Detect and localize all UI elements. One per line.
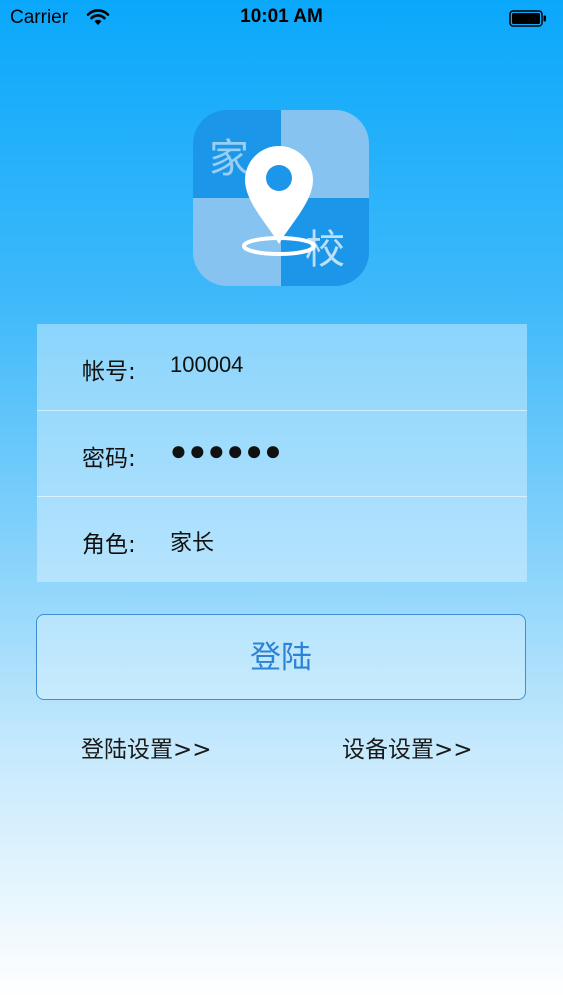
password-label: 密码: bbox=[82, 446, 136, 472]
login-settings-link[interactable]: 登陆设置>> bbox=[81, 730, 212, 764]
clock-time: 10:01 AM bbox=[240, 6, 323, 27]
role-row[interactable]: 角色: 家长 bbox=[37, 496, 527, 583]
account-row: 帐号: 100004 bbox=[37, 324, 527, 410]
status-bar: Carrier 10:01 AM bbox=[0, 0, 563, 38]
role-label: 角色: bbox=[82, 532, 136, 558]
device-settings-link[interactable]: 设备设置>> bbox=[342, 730, 473, 764]
account-input[interactable]: 100004 bbox=[170, 352, 490, 378]
account-label: 帐号: bbox=[82, 359, 136, 385]
battery-icon bbox=[509, 10, 547, 27]
role-select[interactable]: 家长 bbox=[170, 525, 490, 557]
logo-char-jia: 家 bbox=[209, 136, 249, 182]
login-button[interactable]: 登陆 bbox=[36, 614, 526, 700]
password-input[interactable]: ●●●●●● bbox=[170, 435, 490, 467]
password-row: 密码: ●●●●●● bbox=[37, 410, 527, 497]
app-logo: 家 校 bbox=[193, 110, 369, 286]
login-form: 帐号: 100004 密码: ●●●●●● 角色: 家长 bbox=[37, 324, 527, 582]
